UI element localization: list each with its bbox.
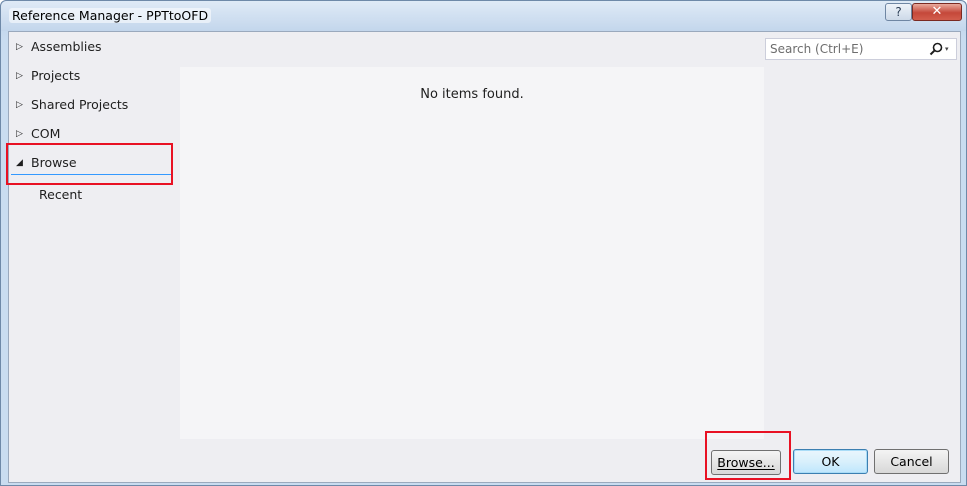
dialog-button-bar: Browse... OK Cancel (9, 440, 960, 482)
window-title: Reference Manager - PPTtoOFD (9, 8, 212, 23)
close-icon: ✕ (931, 4, 943, 19)
reference-manager-window: Reference Manager - PPTtoOFD ? ✕ ▷ Assem… (0, 0, 967, 486)
search-options-dropdown-icon[interactable]: ▾ (945, 41, 955, 57)
empty-results-message: No items found. (420, 87, 524, 102)
annotation-highlight-browse-button (705, 431, 791, 480)
ok-button[interactable]: OK (793, 449, 868, 474)
expand-arrow-icon[interactable]: ▷ (16, 93, 26, 117)
help-button[interactable]: ? (885, 3, 912, 21)
expand-arrow-icon[interactable]: ▷ (16, 35, 26, 59)
category-sidebar: ▷ Assemblies ▷ Projects ▷ Shared Project… (9, 32, 180, 440)
sidebar-item-label: Recent (39, 187, 83, 202)
close-button[interactable]: ✕ (912, 3, 962, 21)
sidebar-item-label: Projects (31, 68, 81, 83)
search-input[interactable] (766, 39, 926, 59)
sidebar-item-assemblies[interactable]: ▷ Assemblies (9, 35, 180, 59)
cancel-button[interactable]: Cancel (874, 449, 949, 474)
annotation-highlight-browse-category (6, 143, 173, 185)
search-box[interactable]: ▾ (765, 38, 957, 60)
sidebar-item-label: Assemblies (31, 39, 102, 54)
sidebar-item-label: Shared Projects (31, 97, 129, 112)
expand-arrow-icon[interactable]: ▷ (16, 64, 26, 88)
results-list: No items found. (180, 67, 764, 439)
title-bar[interactable]: Reference Manager - PPTtoOFD ? ✕ (1, 1, 966, 31)
search-icon[interactable] (928, 41, 944, 57)
sidebar-item-shared-projects[interactable]: ▷ Shared Projects (9, 93, 180, 117)
details-pane (764, 67, 960, 439)
sidebar-item-projects[interactable]: ▷ Projects (9, 64, 180, 88)
dialog-body: ▷ Assemblies ▷ Projects ▷ Shared Project… (8, 31, 961, 483)
sidebar-item-recent[interactable]: Recent (9, 183, 180, 207)
